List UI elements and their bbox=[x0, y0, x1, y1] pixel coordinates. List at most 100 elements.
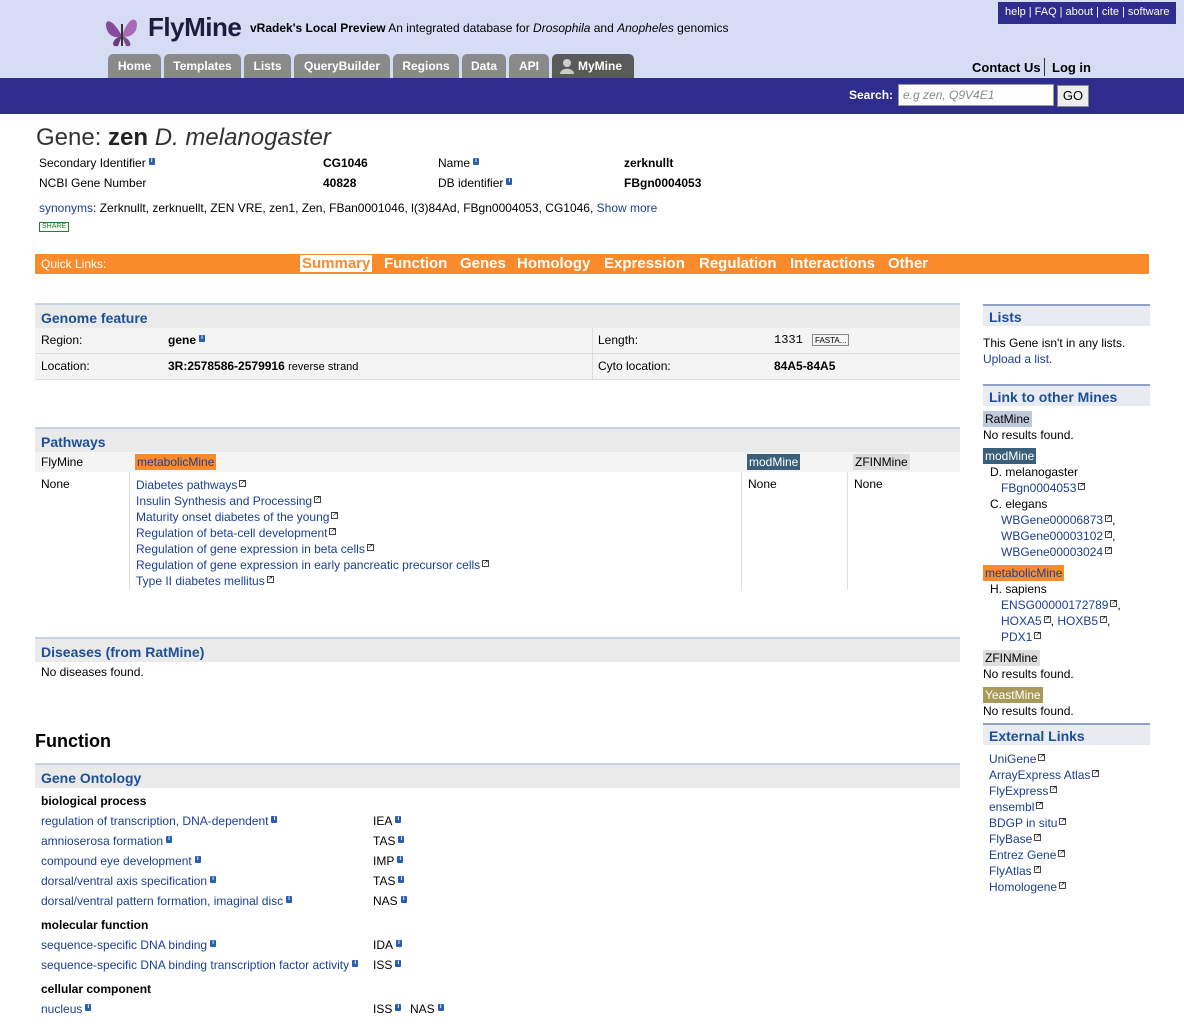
pathway-link[interactable]: Type II diabetes mellitus bbox=[136, 574, 265, 588]
brand-name[interactable]: FlyMine bbox=[148, 12, 242, 43]
info-icon[interactable]: i bbox=[286, 896, 293, 903]
fasta-button[interactable]: FASTA... bbox=[812, 334, 850, 346]
wb-link[interactable]: WBGene00006873 bbox=[1001, 513, 1103, 527]
metabolicmine-tag[interactable]: metabolicMine bbox=[983, 565, 1065, 581]
go-term-link[interactable]: dorsal/ventral pattern formation, imagin… bbox=[41, 894, 283, 908]
external-link-icon[interactable]: ↗ bbox=[1033, 866, 1041, 873]
modmine-tag[interactable]: modMine bbox=[983, 448, 1037, 464]
info-icon[interactable]: i bbox=[395, 816, 402, 823]
external-link[interactable]: FlyAtlas bbox=[989, 864, 1032, 878]
external-link[interactable]: FlyBase bbox=[989, 832, 1032, 846]
info-icon[interactable]: i bbox=[271, 816, 278, 823]
ratmine-tag[interactable]: RatMine bbox=[983, 411, 1032, 427]
go-button[interactable]: GO bbox=[1057, 85, 1089, 107]
external-link-icon[interactable]: ↗ bbox=[1059, 882, 1067, 889]
info-icon[interactable]: i bbox=[395, 1004, 402, 1011]
tab-templates[interactable]: Templates bbox=[164, 54, 241, 78]
upload-link-text[interactable]: Upload a list. bbox=[983, 352, 1052, 366]
contact-us-link[interactable]: Contact Us bbox=[972, 60, 1041, 75]
info-icon[interactable]: i bbox=[400, 896, 407, 903]
external-link-icon[interactable]: ↗ bbox=[1034, 834, 1042, 841]
share-button[interactable]: SHARE bbox=[39, 222, 70, 232]
quicklink-homology[interactable]: Homology bbox=[517, 255, 590, 272]
quicklink-function[interactable]: Function bbox=[384, 255, 447, 272]
external-link[interactable]: ArrayExpress Atlas bbox=[989, 768, 1090, 782]
external-link-icon[interactable]: ↗ bbox=[1105, 515, 1113, 522]
external-link-icon[interactable]: ↗ bbox=[1036, 802, 1044, 809]
synonyms-link[interactable]: synonyms bbox=[39, 201, 93, 215]
tab-querybuilder[interactable]: QueryBuilder bbox=[294, 54, 390, 78]
info-icon[interactable]: i bbox=[506, 178, 513, 185]
go-term-link[interactable]: dorsal/ventral axis specification bbox=[41, 874, 207, 888]
external-link[interactable]: Entrez Gene bbox=[989, 848, 1056, 862]
external-link[interactable]: UniGene bbox=[989, 752, 1036, 766]
pathway-link[interactable]: Regulation of gene expression in early p… bbox=[136, 558, 480, 572]
software-link[interactable]: software bbox=[1125, 6, 1173, 18]
pathway-link[interactable]: Regulation of gene expression in beta ce… bbox=[136, 542, 365, 556]
external-link[interactable]: BDGP in situ bbox=[989, 816, 1057, 830]
info-icon[interactable]: i bbox=[210, 940, 217, 947]
go-term-link[interactable]: sequence-specific DNA binding transcript… bbox=[41, 958, 349, 972]
external-link-icon[interactable]: ↗ bbox=[1038, 754, 1046, 761]
info-icon[interactable]: i bbox=[396, 940, 403, 947]
tab-home[interactable]: Home bbox=[108, 54, 161, 78]
external-link-icon[interactable]: ↗ bbox=[1034, 632, 1042, 639]
pathway-link[interactable]: Insulin Synthesis and Processing bbox=[136, 494, 312, 508]
info-icon[interactable]: i bbox=[194, 856, 201, 863]
quicklink-other[interactable]: Other bbox=[888, 255, 928, 272]
tab-api[interactable]: API bbox=[509, 54, 549, 78]
quicklink-expression[interactable]: Expression bbox=[604, 255, 685, 272]
pathway-link[interactable]: Regulation of beta-cell development bbox=[136, 526, 327, 540]
go-term-link[interactable]: sequence-specific DNA binding bbox=[41, 938, 207, 952]
tab-data[interactable]: Data bbox=[462, 54, 506, 78]
info-icon[interactable]: i bbox=[397, 856, 404, 863]
go-term-link[interactable]: compound eye development bbox=[41, 854, 192, 868]
wb-link[interactable]: WBGene00003102 bbox=[1001, 529, 1103, 543]
external-link-icon[interactable]: ↗ bbox=[1058, 850, 1066, 857]
info-icon[interactable]: i bbox=[210, 876, 217, 883]
ensg-link[interactable]: ENSG00000172789 bbox=[1001, 598, 1108, 612]
info-icon[interactable]: i bbox=[166, 836, 173, 843]
faq-link[interactable]: FAQ bbox=[1032, 6, 1060, 18]
external-link-icon[interactable]: ↗ bbox=[1092, 770, 1100, 777]
external-link-icon[interactable]: ↗ bbox=[1100, 616, 1108, 623]
upload-list-link[interactable]: Upload a list. bbox=[983, 352, 1052, 366]
modmine-col[interactable]: modMine bbox=[747, 454, 801, 470]
info-icon[interactable]: i bbox=[395, 960, 402, 967]
info-icon[interactable]: i bbox=[473, 158, 480, 165]
external-link-icon[interactable]: ↗ bbox=[331, 512, 339, 519]
external-link-icon[interactable]: ↗ bbox=[482, 560, 490, 567]
pathway-link[interactable]: Maturity onset diabetes of the young bbox=[136, 510, 329, 524]
external-link-icon[interactable]: ↗ bbox=[314, 496, 322, 503]
external-link-icon[interactable]: ↗ bbox=[366, 544, 374, 551]
external-link-icon[interactable]: ↗ bbox=[1078, 483, 1086, 490]
fbgn-link[interactable]: FBgn0004053 bbox=[1001, 481, 1076, 495]
search-input[interactable]: e.g zen, Q9V4E1 bbox=[898, 84, 1054, 106]
go-term-link[interactable]: amnioserosa formation bbox=[41, 834, 163, 848]
info-icon[interactable]: i bbox=[398, 836, 405, 843]
external-link-icon[interactable]: ↗ bbox=[266, 576, 274, 583]
zfinmine-tag[interactable]: ZFINMine bbox=[983, 650, 1040, 666]
external-link-icon[interactable]: ↗ bbox=[239, 480, 247, 487]
external-link-icon[interactable]: ↗ bbox=[329, 528, 337, 535]
info-icon[interactable]: i bbox=[85, 1004, 92, 1011]
external-link-icon[interactable]: ↗ bbox=[1105, 531, 1113, 538]
quicklink-regulation[interactable]: Regulation bbox=[699, 255, 777, 272]
external-link-icon[interactable]: ↗ bbox=[1059, 818, 1067, 825]
go-term-link[interactable]: regulation of transcription, DNA-depende… bbox=[41, 814, 268, 828]
cite-link[interactable]: cite bbox=[1099, 6, 1122, 18]
quicklink-genes[interactable]: Genes bbox=[460, 255, 506, 272]
help-link[interactable]: help bbox=[1002, 6, 1029, 18]
external-link[interactable]: Homologene bbox=[989, 880, 1057, 894]
pdx1-link[interactable]: PDX1 bbox=[1001, 630, 1032, 644]
zfinmine-col[interactable]: ZFINMine bbox=[853, 454, 910, 470]
about-link[interactable]: about bbox=[1063, 6, 1097, 18]
pathway-link[interactable]: Diabetes pathways bbox=[136, 478, 237, 492]
external-link-icon[interactable]: ↗ bbox=[1110, 600, 1118, 607]
external-link[interactable]: FlyExpress bbox=[989, 784, 1048, 798]
info-icon[interactable]: i bbox=[352, 960, 359, 967]
show-more-link[interactable]: Show more bbox=[597, 201, 658, 215]
flymine-logo[interactable] bbox=[100, 6, 144, 50]
wb-link[interactable]: WBGene00003024 bbox=[1001, 545, 1103, 559]
info-icon[interactable]: i bbox=[148, 158, 155, 165]
